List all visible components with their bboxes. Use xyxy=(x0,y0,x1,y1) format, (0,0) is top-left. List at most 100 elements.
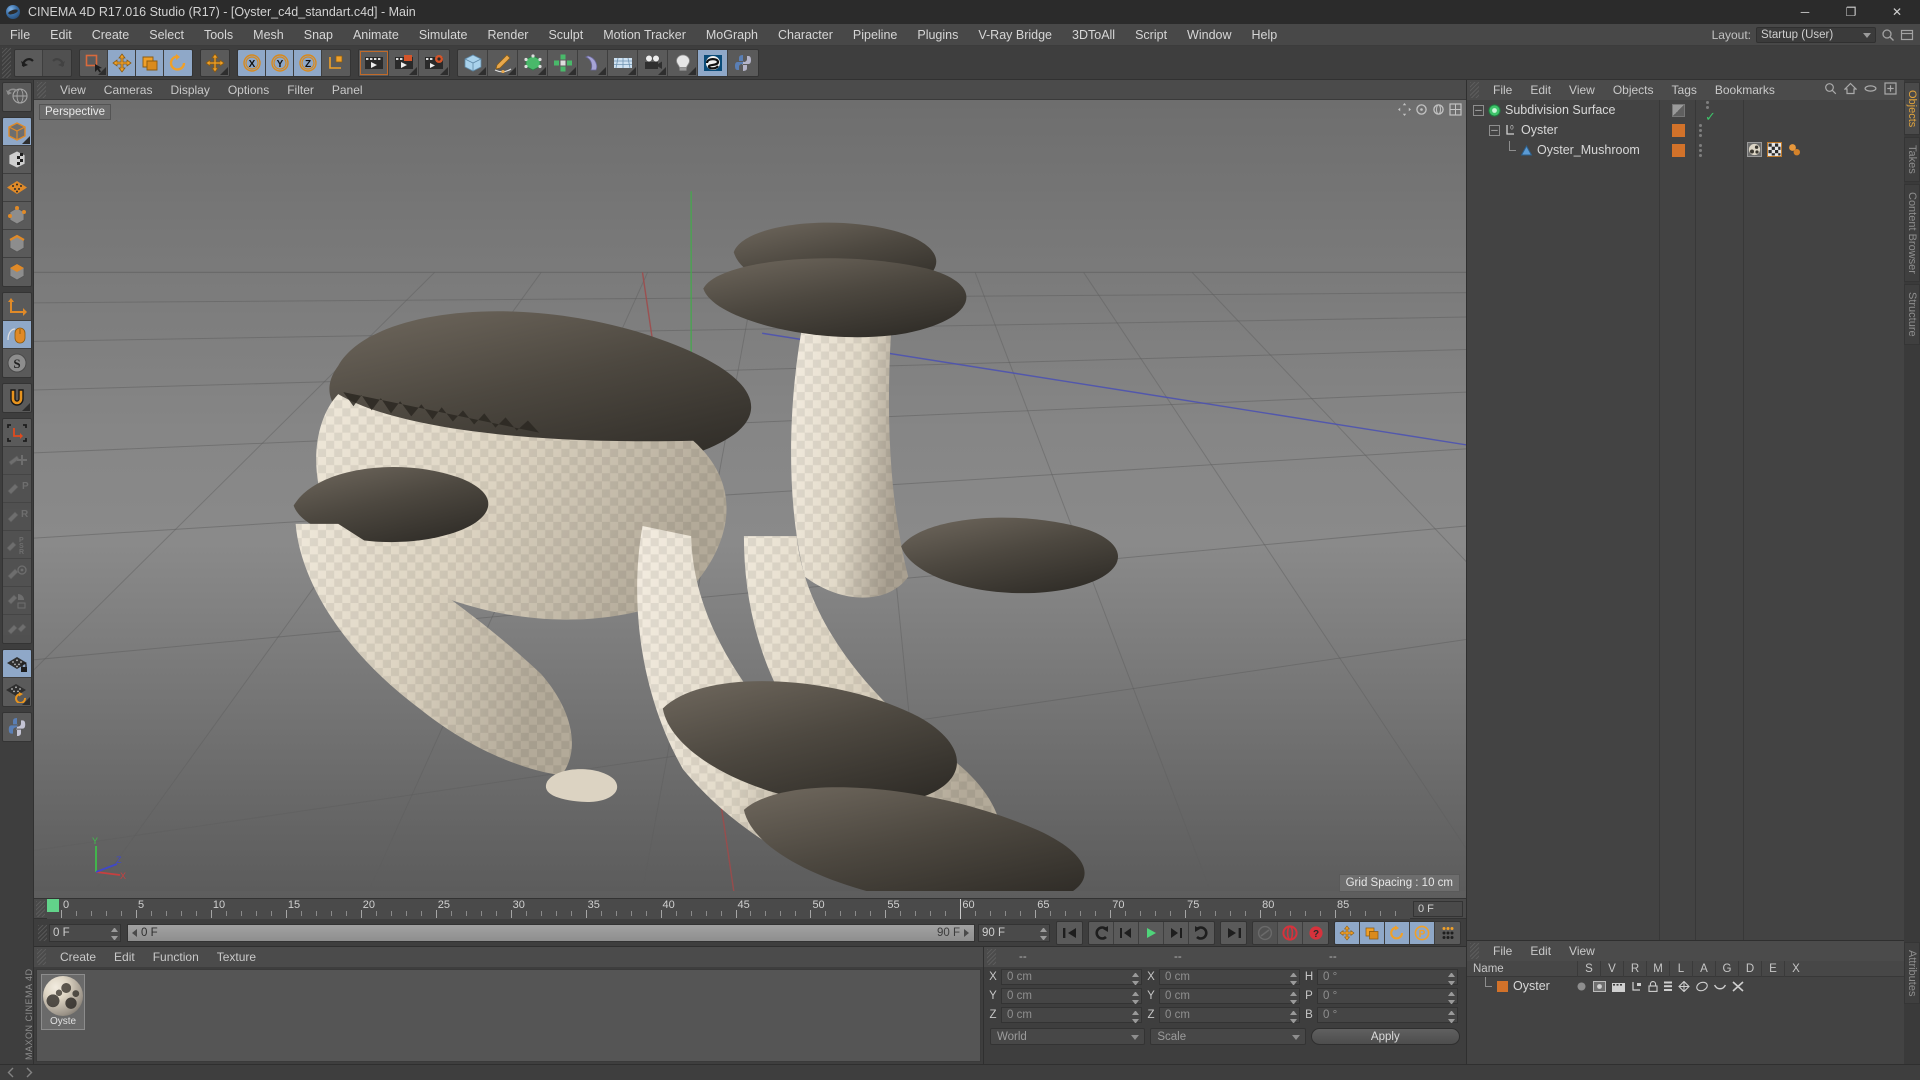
python-button[interactable] xyxy=(728,49,758,76)
menu-item-sculpt[interactable]: Sculpt xyxy=(538,24,593,46)
snap-button[interactable] xyxy=(2,384,31,412)
zoom-view-icon[interactable] xyxy=(1415,103,1428,116)
home-icon[interactable] xyxy=(1844,82,1858,96)
menu-item-character[interactable]: Character xyxy=(768,24,843,46)
close-button[interactable]: ✕ xyxy=(1874,0,1920,24)
go-to-start-button[interactable] xyxy=(1057,921,1082,944)
object-tree-row[interactable]: ─ 0 Oyster xyxy=(1467,120,1904,140)
material-menu-grip[interactable] xyxy=(37,949,46,965)
material-menu-edit[interactable]: Edit xyxy=(105,947,144,967)
uvw-tag-icon[interactable] xyxy=(1767,142,1783,158)
menu-item-pipeline[interactable]: Pipeline xyxy=(843,24,907,46)
lock-icon[interactable] xyxy=(1648,980,1658,992)
timeline-track[interactable]: 051015202530354045505560657075808590 xyxy=(47,898,1410,919)
basic-menu-grip[interactable] xyxy=(1470,943,1479,959)
spinner-icon[interactable] xyxy=(1290,992,1297,1004)
coordinate-grip[interactable] xyxy=(987,949,996,965)
undo-view-button[interactable] xyxy=(2,83,31,111)
material-list-area[interactable]: Oyste xyxy=(36,969,981,1062)
menu-item-motion-tracker[interactable]: Motion Tracker xyxy=(593,24,696,46)
panel-icon[interactable] xyxy=(1900,28,1914,42)
phong-tag-icon[interactable] xyxy=(1787,142,1803,158)
previous-key-button[interactable] xyxy=(1089,921,1114,944)
play-button[interactable] xyxy=(1139,921,1164,944)
object-color-swatch[interactable] xyxy=(1671,143,1685,157)
position-input[interactable]: 0 cm xyxy=(1001,969,1142,985)
autokey-button[interactable]: ? xyxy=(1303,921,1328,944)
maximize-button[interactable]: ❐ xyxy=(1828,0,1874,24)
point-mode-button[interactable] xyxy=(2,202,31,230)
model-mode-button[interactable] xyxy=(2,118,31,146)
menu-item-plugins[interactable]: Plugins xyxy=(907,24,968,46)
perspective-viewport[interactable]: Perspective Y X Z Grid Spacing: 10 cm xyxy=(34,100,1466,898)
size-input[interactable]: 0 cm xyxy=(1159,1007,1300,1023)
rotation-input[interactable]: 0 ° xyxy=(1317,969,1458,985)
spinner-icon[interactable] xyxy=(1132,1011,1139,1023)
texture-mode-button[interactable] xyxy=(2,146,31,174)
rotation-input[interactable]: 0 ° xyxy=(1317,1007,1458,1023)
python-console-button[interactable] xyxy=(2,713,31,741)
end-frame-input[interactable]: 90 F xyxy=(978,923,1050,942)
eye-icon[interactable] xyxy=(1864,82,1878,96)
material-menu-function[interactable]: Function xyxy=(144,947,208,967)
lock-x-button[interactable]: X xyxy=(238,49,266,76)
spinner-icon[interactable] xyxy=(1290,1011,1297,1023)
menu-item-help[interactable]: Help xyxy=(1242,24,1288,46)
deformer-icon[interactable] xyxy=(1696,981,1708,992)
menu-item-mograph[interactable]: MoGraph xyxy=(696,24,768,46)
display-icon[interactable] xyxy=(1593,980,1606,992)
cube-primitive-button[interactable] xyxy=(458,49,488,76)
go-to-end-button[interactable] xyxy=(1221,921,1246,944)
next-key-button[interactable] xyxy=(1189,921,1214,944)
tab-attributes[interactable]: Attributes xyxy=(1904,942,1920,1005)
object-manager-menu-file[interactable]: File xyxy=(1484,80,1521,100)
key-param-button[interactable]: P xyxy=(1410,921,1435,944)
key-pla-button[interactable] xyxy=(1435,921,1460,944)
toolbar-grip[interactable] xyxy=(2,47,11,78)
sculpt-button[interactable] xyxy=(698,49,728,76)
expand-toggle[interactable]: ─ xyxy=(1489,124,1500,136)
menu-item-select[interactable]: Select xyxy=(139,24,194,46)
enable-axis-button[interactable] xyxy=(2,293,31,321)
spinner-icon[interactable] xyxy=(1132,973,1139,985)
viewport-menu-grip[interactable] xyxy=(37,81,46,98)
basic-menu-edit[interactable]: Edit xyxy=(1521,941,1560,961)
subdivision-surface-button[interactable] xyxy=(518,49,548,76)
material-tag-icon[interactable] xyxy=(1747,142,1763,158)
status-nav-arrows-next[interactable] xyxy=(23,1067,34,1078)
viewport-menu-view[interactable]: View xyxy=(51,80,95,100)
search-icon[interactable] xyxy=(1881,28,1895,42)
spinner-icon[interactable] xyxy=(1448,1011,1455,1023)
tag-dots-icon[interactable] xyxy=(1699,143,1702,157)
scale-tool-button[interactable] xyxy=(136,49,164,76)
add-layer-icon[interactable] xyxy=(1884,82,1898,96)
lock-z-button[interactable]: Z xyxy=(294,49,322,76)
maximize-view-icon[interactable] xyxy=(1449,103,1462,116)
spinner-icon[interactable] xyxy=(1040,927,1047,940)
xpresso-icon[interactable] xyxy=(1732,980,1744,992)
transport-grip[interactable] xyxy=(38,924,47,941)
render-icon[interactable] xyxy=(1612,981,1625,992)
move-tool-button[interactable] xyxy=(108,49,136,76)
object-tree-row[interactable]: Oyster_Mushroom xyxy=(1467,140,1904,160)
menu-item-edit[interactable]: Edit xyxy=(40,24,82,46)
workplane-mode-button[interactable] xyxy=(2,174,31,202)
object-manager-menu-edit[interactable]: Edit xyxy=(1521,80,1560,100)
tag-dots-icon[interactable] xyxy=(1699,123,1702,137)
coordinate-mode-dropdown[interactable]: Scale xyxy=(1150,1028,1306,1045)
menu-item-script[interactable]: Script xyxy=(1125,24,1177,46)
key-position-button[interactable] xyxy=(1335,921,1360,944)
coordinate-system-dropdown[interactable]: World xyxy=(990,1028,1146,1045)
camera-button[interactable] xyxy=(638,49,668,76)
object-manager-menu-bookmarks[interactable]: Bookmarks xyxy=(1706,80,1784,100)
lock-y-button[interactable]: Y xyxy=(266,49,294,76)
step-forward-button[interactable] xyxy=(1164,921,1189,944)
tab-takes[interactable]: Takes xyxy=(1904,137,1920,183)
object-manager-menu-view[interactable]: View xyxy=(1560,80,1604,100)
light-button[interactable] xyxy=(668,49,698,76)
array-button[interactable] xyxy=(548,49,578,76)
spinner-icon[interactable] xyxy=(111,927,118,940)
workplane-r-button[interactable]: R xyxy=(2,503,31,531)
key-rotation-button[interactable] xyxy=(1385,921,1410,944)
rotate-tool-button[interactable] xyxy=(164,49,192,76)
